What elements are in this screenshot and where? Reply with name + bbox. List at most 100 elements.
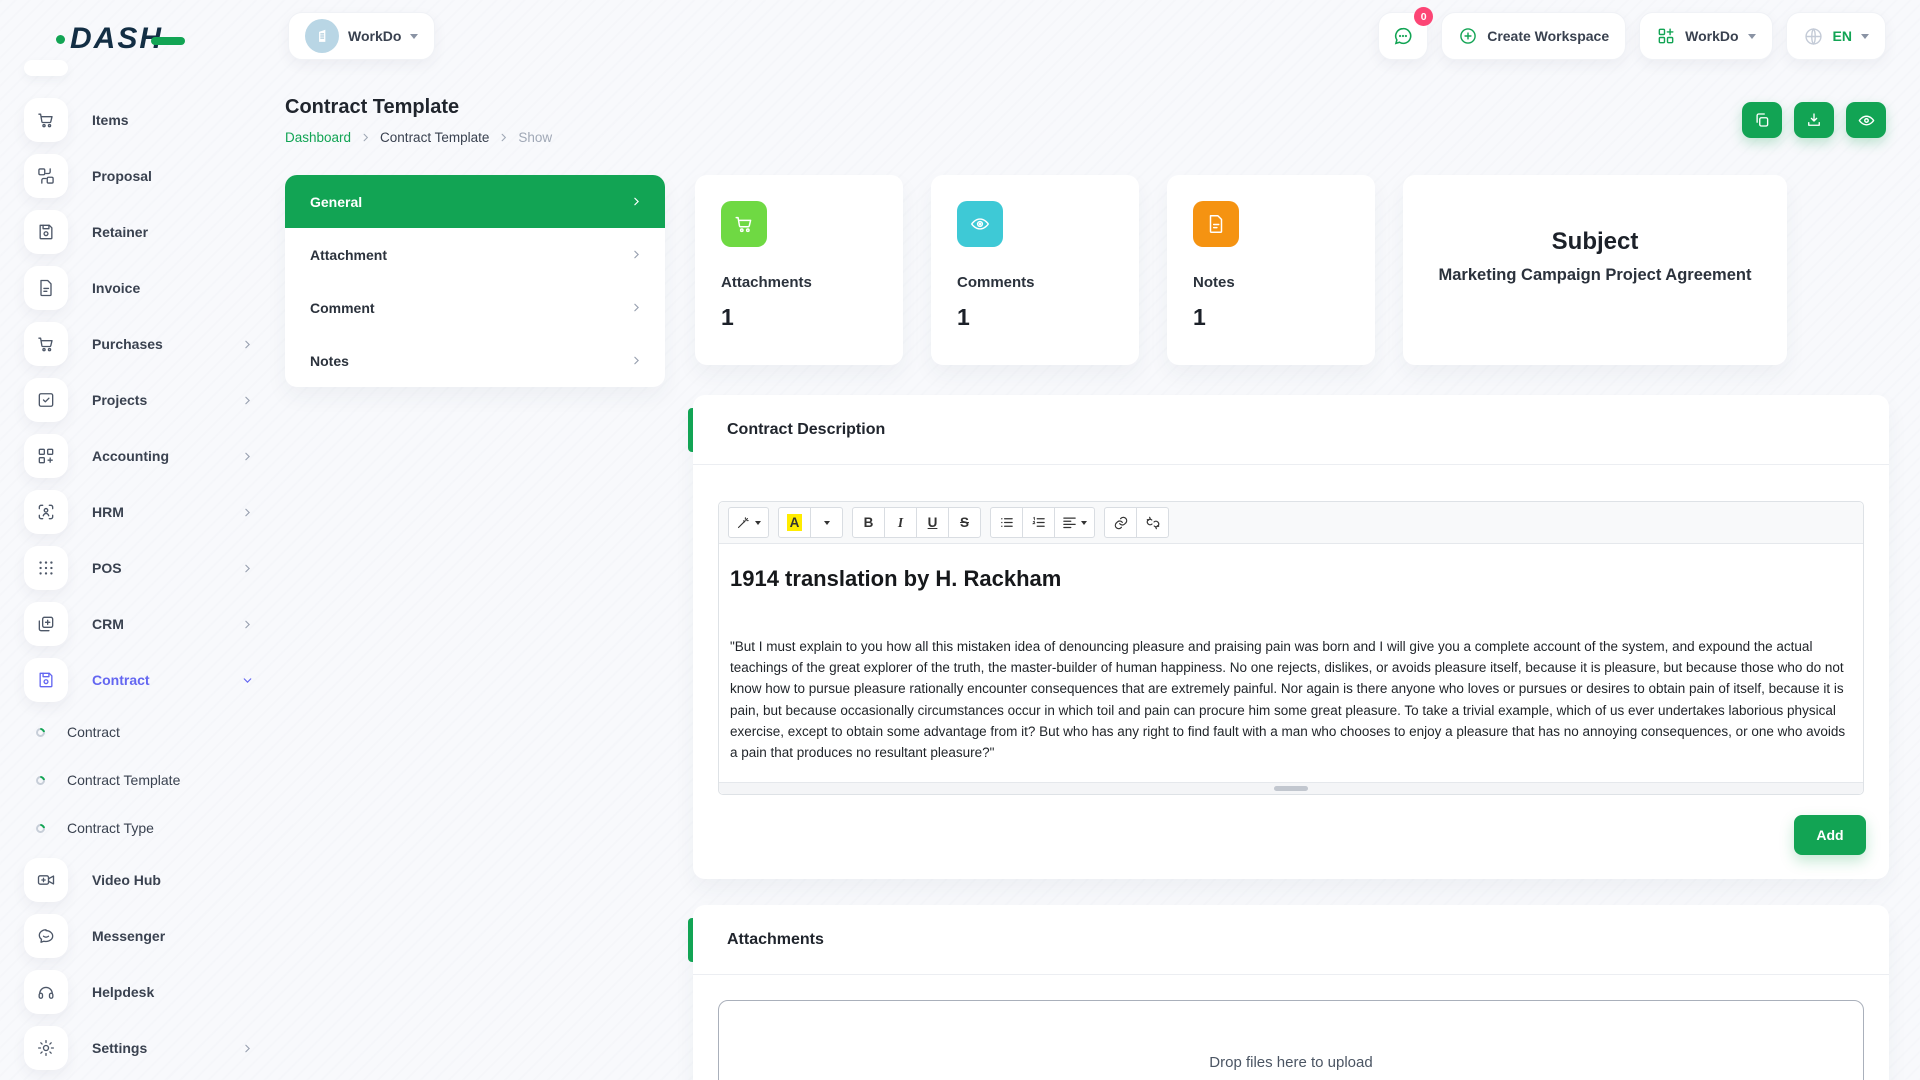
stat-label: Comments [957, 274, 1113, 291]
workspace-avatar [305, 19, 339, 53]
subject-title: Subject [1552, 228, 1639, 256]
tab-comment[interactable]: Comment [285, 281, 665, 334]
unordered-list-button[interactable] [990, 507, 1023, 538]
font-color-glyph: A [787, 514, 803, 531]
workspace-menu-button[interactable]: WorkDo [1639, 12, 1772, 60]
sidebar-item-purchases[interactable]: Purchases [0, 316, 284, 372]
bold-button[interactable]: B [852, 507, 885, 538]
sidebar-item-invoice[interactable]: Invoice [0, 260, 284, 316]
add-button[interactable]: Add [1794, 815, 1866, 855]
sidebar-item-label: Projects [92, 392, 147, 408]
chevron-right-icon [630, 301, 643, 314]
page-actions [1742, 102, 1886, 138]
bullet-list-icon [999, 515, 1014, 530]
sidebar-item-retainer[interactable]: Retainer [0, 204, 284, 260]
sidebar-item-label: Items [92, 112, 129, 128]
grid-plus-icon [24, 434, 68, 478]
tab-label: Notes [310, 353, 349, 369]
sidebar-item-label: Invoice [92, 280, 140, 296]
chevron-down-icon [241, 674, 254, 687]
chevron-down-icon [1861, 34, 1869, 39]
font-color-button[interactable]: A [778, 507, 811, 538]
messages-button[interactable]: 0 [1378, 12, 1428, 60]
sidebar-item-label: POS [92, 560, 122, 576]
check-square-icon [24, 378, 68, 422]
caret-icon [824, 521, 830, 525]
subject-value: Marketing Campaign Project Agreement [1419, 266, 1772, 285]
underline-button[interactable]: U [916, 507, 949, 538]
duplicate-button[interactable] [1742, 102, 1782, 138]
section-header: Attachments [693, 905, 1889, 975]
chevron-right-icon [241, 450, 254, 463]
sidebar-item-partial [24, 60, 68, 76]
sidebar-item-pos[interactable]: POS [0, 540, 284, 596]
numbered-list-icon [1031, 515, 1046, 530]
section-title: Attachments [727, 931, 824, 949]
chevron-right-icon [630, 354, 643, 367]
align-left-icon [1062, 515, 1077, 530]
sidebar-item-helpdesk[interactable]: Helpdesk [0, 964, 284, 1020]
sidebar-item-label: Purchases [92, 336, 163, 352]
sidebar-item-proposal[interactable]: Proposal [0, 148, 284, 204]
sidebar-item-crm[interactable]: CRM [0, 596, 284, 652]
strikethrough-button[interactable]: S [948, 507, 981, 538]
section-accent-bar [688, 408, 693, 452]
download-button[interactable] [1794, 102, 1834, 138]
sidebar-subitem-contract-template[interactable]: Contract Template [0, 756, 284, 804]
sidebar-item-video-hub[interactable]: Video Hub [0, 852, 284, 908]
sidebar-subitem-contract[interactable]: Contract [0, 708, 284, 756]
tab-attachment[interactable]: Attachment [285, 228, 665, 281]
sidebar-item-contract[interactable]: Contract [0, 652, 284, 708]
sidebar-item-label: Accounting [92, 448, 169, 464]
bullet-icon [34, 822, 47, 835]
sidebar-item-items[interactable]: Items [0, 92, 284, 148]
tab-notes[interactable]: Notes [285, 334, 665, 387]
eye-icon [957, 201, 1003, 247]
style-button[interactable] [728, 507, 769, 538]
chat-bubble-icon [1392, 25, 1414, 47]
language-selector[interactable]: EN [1786, 12, 1886, 60]
save-icon [24, 658, 68, 702]
contract-description-card: Contract Description A B [693, 395, 1889, 879]
sidebar-item-hrm[interactable]: HRM [0, 484, 284, 540]
stat-card-comments: Comments 1 [931, 175, 1139, 365]
insert-link-button[interactable] [1104, 507, 1137, 538]
breadcrumb-separator-icon [498, 132, 509, 143]
app-logo: DASH [56, 22, 185, 56]
chevron-right-icon [241, 562, 254, 575]
sidebar-subitem-contract-type[interactable]: Contract Type [0, 804, 284, 852]
preview-button[interactable] [1846, 102, 1886, 138]
page-title: Contract Template [285, 96, 459, 119]
sidebar-item-messenger[interactable]: Messenger [0, 908, 284, 964]
workspace-menu-label: WorkDo [1685, 28, 1738, 44]
ordered-list-button[interactable] [1022, 507, 1055, 538]
breadcrumb-dashboard-link[interactable]: Dashboard [285, 130, 351, 145]
italic-button[interactable]: I [884, 507, 917, 538]
workspace-switcher[interactable]: WorkDo [288, 12, 435, 60]
chat-bubble-icon [24, 914, 68, 958]
note-icon [1193, 201, 1239, 247]
stats-row: Attachments 1 Comments 1 Notes 1 Subject… [695, 175, 1787, 365]
create-workspace-button[interactable]: Create Workspace [1441, 12, 1626, 60]
sidebar-subitem-label: Contract Template [67, 772, 180, 788]
save-icon [24, 210, 68, 254]
rich-text-editor: A B I U S [718, 501, 1864, 795]
layers-plus-icon [24, 602, 68, 646]
tab-general[interactable]: General [285, 175, 665, 228]
dots-grid-icon [24, 546, 68, 590]
resize-grip[interactable] [1274, 786, 1308, 791]
unlink-button[interactable] [1136, 507, 1169, 538]
sidebar-item-settings[interactable]: Settings [0, 1020, 284, 1076]
editor-content[interactable]: 1914 translation by H. Rackham "But I mu… [719, 544, 1863, 782]
paragraph-align-button[interactable] [1054, 507, 1095, 538]
font-color-dropdown[interactable] [810, 507, 843, 538]
sidebar-item-accounting[interactable]: Accounting [0, 428, 284, 484]
file-text-icon [24, 266, 68, 310]
dropzone-text: Drop files here to upload [1209, 1054, 1372, 1071]
create-workspace-label: Create Workspace [1487, 28, 1609, 44]
editor-toolbar: A B I U S [719, 502, 1863, 544]
sidebar-item-projects[interactable]: Projects [0, 372, 284, 428]
breadcrumb: Dashboard Contract Template Show [285, 130, 552, 145]
proposal-icon [24, 154, 68, 198]
file-dropzone[interactable]: Drop files here to upload [718, 1000, 1864, 1080]
